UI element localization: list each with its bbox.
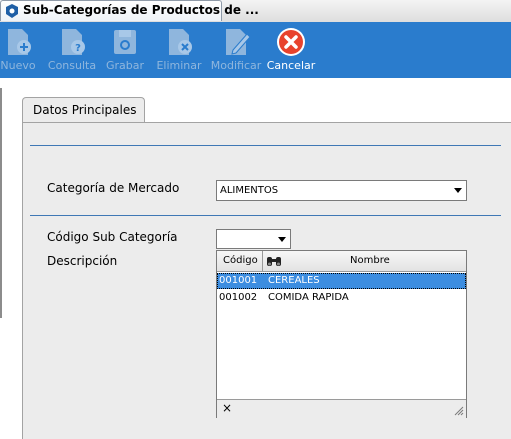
row-codigo: 001002 (219, 292, 258, 303)
column-header-codigo[interactable]: Código (217, 251, 263, 271)
svg-text:?: ? (75, 43, 81, 54)
modificar-button[interactable]: Modificar (208, 22, 264, 78)
row-codigo: 001001 (219, 275, 258, 286)
eliminar-button[interactable]: Eliminar (154, 22, 204, 78)
categoria-label: Categoría de Mercado (47, 181, 180, 195)
nuevo-button[interactable]: Nuevo (0, 22, 36, 78)
edit-pencil-icon (226, 29, 251, 55)
save-disk-icon (114, 30, 136, 54)
close-icon[interactable]: × (222, 401, 232, 415)
categoria-select[interactable]: ALIMENTOS (216, 180, 467, 201)
subcategory-dropdown-grid[interactable]: Código Nombre 001001 CEREALES 001002 COM… (216, 250, 467, 418)
chevron-down-icon[interactable] (278, 237, 286, 242)
tab-label: Datos Principales (33, 103, 137, 117)
row-nombre: COMIDA RAPIDA (268, 292, 349, 303)
table-row[interactable]: 001002 COMIDA RAPIDA (217, 290, 466, 306)
grabar-button[interactable]: Grabar (104, 22, 146, 78)
separator-top (30, 145, 501, 146)
column-header-codigo-label: Código (223, 255, 258, 266)
new-document-icon (8, 29, 31, 55)
tab-datos-principales[interactable]: Datos Principales (22, 97, 145, 123)
grid-footer: × (217, 399, 466, 418)
delete-document-icon (169, 29, 192, 55)
cancel-icon (277, 28, 305, 56)
grabar-label: Grabar (105, 59, 145, 72)
modificar-label: Modificar (210, 59, 262, 72)
window-tab[interactable]: Sub-Categorías de Productos de ... (0, 0, 259, 21)
row-nombre: CEREALES (268, 275, 320, 286)
column-header-nombre[interactable]: Nombre (263, 251, 466, 271)
app-icon (6, 4, 18, 18)
cancelar-button[interactable]: Cancelar (266, 22, 316, 78)
codigo-label: Código Sub Categoría (47, 230, 178, 244)
left-border (0, 88, 2, 318)
categoria-value: ALIMENTOS (220, 185, 279, 196)
consulta-button[interactable]: ? Consulta (46, 22, 98, 78)
descripcion-label: Descripción (47, 254, 118, 268)
column-header-nombre-label: Nombre (350, 255, 390, 266)
table-row[interactable]: 001001 CEREALES (217, 273, 466, 289)
separator-middle (30, 215, 501, 216)
cancelar-label: Cancelar (266, 59, 316, 72)
grid-header: Código Nombre (217, 251, 466, 272)
query-document-icon: ? (62, 29, 85, 55)
nuevo-label: Nuevo (0, 59, 36, 72)
window-tab-strip: Sub-Categorías de Productos de ... (0, 0, 511, 23)
eliminar-label: Eliminar (156, 59, 202, 72)
window-title: Sub-Categorías de Productos de ... (23, 3, 259, 17)
binoculars-icon[interactable] (266, 254, 282, 268)
chevron-down-icon[interactable] (454, 188, 462, 193)
consulta-label: Consulta (47, 59, 97, 72)
toolbar: Nuevo ? Consulta Grabar Eliminar Modific… (0, 22, 511, 78)
codigo-select[interactable] (216, 229, 291, 249)
resize-grip-icon[interactable] (454, 406, 464, 416)
